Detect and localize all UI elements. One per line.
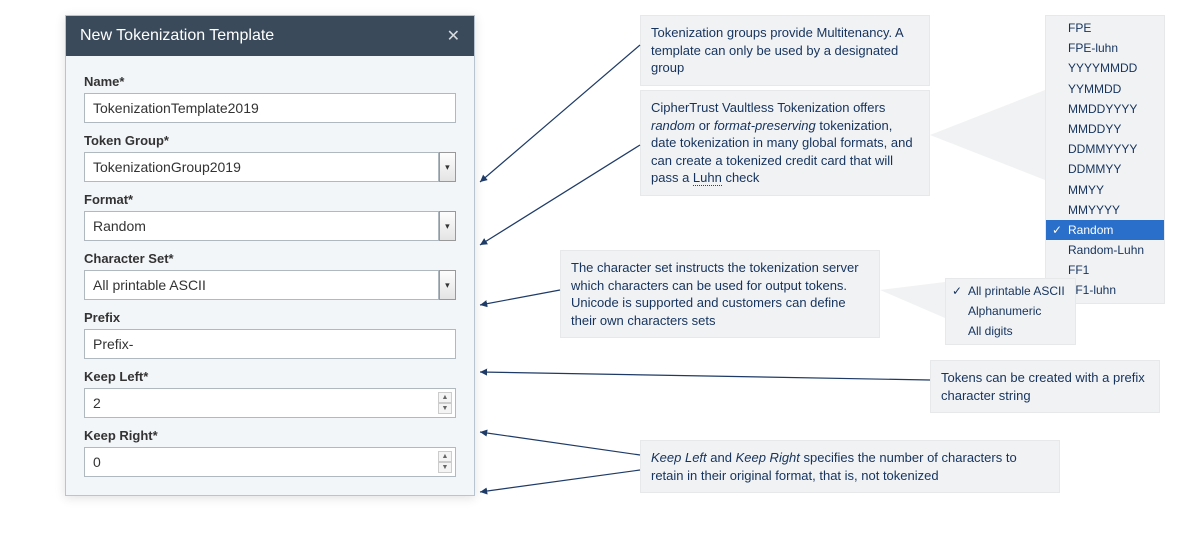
callout-text: Tokens can be created with a prefix char… [941, 370, 1145, 403]
callout-text: Keep Left [651, 450, 707, 465]
chevron-down-icon[interactable]: ▼ [438, 462, 452, 473]
format-option[interactable]: FPE-luhn [1046, 38, 1164, 58]
close-icon[interactable]: ✕ [447, 26, 460, 46]
format-option[interactable]: MMDDYYYY [1046, 99, 1164, 119]
dialog-title: New Tokenization Template [80, 27, 274, 45]
charset-label: Character Set* [84, 251, 456, 266]
callout-text: The character set instructs the tokeniza… [571, 260, 859, 328]
chevron-up-icon[interactable]: ▲ [438, 451, 452, 462]
prefix-input[interactable] [84, 329, 456, 359]
dialog-body: Name* Token Group* ▾ Format* ▾ Character… [66, 56, 474, 495]
callout-keep: Keep Left and Keep Right specifies the n… [640, 440, 1060, 493]
callout-text: format-preserving [714, 118, 816, 133]
callout-text: random [651, 118, 695, 133]
callout-text: Tokenization groups provide Multitenancy… [651, 25, 903, 75]
format-option[interactable]: MMYYYY [1046, 200, 1164, 220]
callout-text: Keep Right [736, 450, 800, 465]
charset-select[interactable] [84, 270, 439, 300]
chevron-down-icon[interactable]: ▼ [438, 403, 452, 414]
charset-option[interactable]: Alphanumeric [946, 301, 1075, 321]
format-option[interactable]: YYYYMMDD [1046, 58, 1164, 78]
callout-text: check [722, 170, 760, 185]
charset-option[interactable]: All digits [946, 321, 1075, 341]
keep-right-stepper[interactable]: ▲▼ [438, 451, 452, 473]
format-option[interactable]: FPE [1046, 18, 1164, 38]
callout-text: Luhn [693, 170, 722, 186]
format-label: Format* [84, 192, 456, 207]
callout-prefix: Tokens can be created with a prefix char… [930, 360, 1160, 413]
format-option[interactable]: Random [1046, 220, 1164, 240]
callout-text: or [695, 118, 714, 133]
callout-token-group: Tokenization groups provide Multitenancy… [640, 15, 930, 86]
format-option[interactable]: MMDDYY [1046, 119, 1164, 139]
format-option[interactable]: MMYY [1046, 180, 1164, 200]
callout-format: CipherTrust Vaultless Tokenization offer… [640, 90, 930, 196]
callout-text: and [707, 450, 736, 465]
keep-left-label: Keep Left* [84, 369, 456, 384]
format-options-list: FPEFPE-luhnYYYYMMDDYYMMDDMMDDYYYYMMDDYYD… [1045, 15, 1165, 304]
keep-left-input[interactable] [84, 388, 456, 418]
charset-options-list: All printable ASCIIAlphanumericAll digit… [945, 278, 1076, 345]
charset-option[interactable]: All printable ASCII [946, 281, 1075, 301]
name-label: Name* [84, 74, 456, 89]
keep-right-label: Keep Right* [84, 428, 456, 443]
token-group-label: Token Group* [84, 133, 456, 148]
new-tokenization-template-dialog: New Tokenization Template ✕ Name* Token … [65, 15, 475, 496]
format-option[interactable]: Random-Luhn [1046, 240, 1164, 260]
format-option[interactable]: DDMMYY [1046, 159, 1164, 179]
format-option[interactable]: YYMMDD [1046, 79, 1164, 99]
chevron-up-icon[interactable]: ▲ [438, 392, 452, 403]
format-dropdown-button[interactable]: ▾ [439, 211, 456, 241]
callout-charset: The character set instructs the tokeniza… [560, 250, 880, 338]
keep-left-stepper[interactable]: ▲▼ [438, 392, 452, 414]
token-group-select[interactable] [84, 152, 439, 182]
prefix-label: Prefix [84, 310, 456, 325]
format-option[interactable]: DDMMYYYY [1046, 139, 1164, 159]
token-group-dropdown-button[interactable]: ▾ [439, 152, 456, 182]
charset-dropdown-button[interactable]: ▾ [439, 270, 456, 300]
format-select[interactable] [84, 211, 439, 241]
keep-right-input[interactable] [84, 447, 456, 477]
name-input[interactable] [84, 93, 456, 123]
dialog-header: New Tokenization Template ✕ [66, 16, 474, 56]
callout-text: CipherTrust Vaultless Tokenization offer… [651, 100, 885, 115]
